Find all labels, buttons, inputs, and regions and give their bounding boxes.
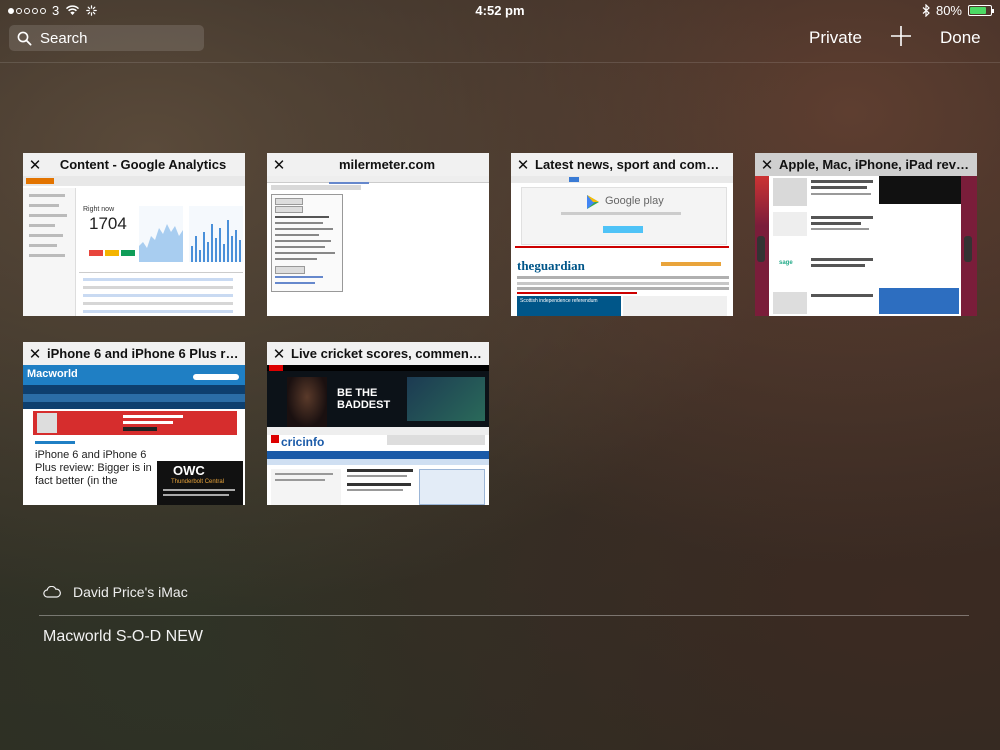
status-bar: 3 4:52 pm 80% xyxy=(0,0,1000,22)
icloud-device-name: David Price's iMac xyxy=(73,584,188,600)
tab-card-iphone6-review[interactable]: ✕ iPhone 6 and iPhone 6 Plus review... M… xyxy=(23,342,245,505)
close-tab-button[interactable]: ✕ xyxy=(23,156,47,174)
ga-right-now: Right now xyxy=(83,206,115,213)
tab-title: Content - Google Analytics xyxy=(59,157,227,172)
status-right: 80% xyxy=(922,3,994,18)
close-tab-button[interactable]: ✕ xyxy=(267,345,291,363)
new-tab-button[interactable] xyxy=(889,24,913,53)
battery-percent: 80% xyxy=(935,3,962,18)
tab-thumbnail: Google play theguardian Scottish indepen… xyxy=(511,176,733,316)
ga-logo xyxy=(26,178,54,184)
cricinfo-logo: cricinfo xyxy=(281,435,325,449)
cloud-icon xyxy=(43,586,61,598)
tab-card-apple-reviews[interactable]: ✕ Apple, Mac, iPhone, iPad reviews,... s… xyxy=(755,153,977,316)
close-tab-button[interactable]: ✕ xyxy=(23,345,47,363)
tab-title: milermeter.com xyxy=(338,157,436,172)
owc-subtitle: Thunderbolt Central xyxy=(171,479,225,485)
macworld-headline: iPhone 6 and iPhone 6 Plus review: Bigge… xyxy=(35,449,152,487)
nike-ad-text: BE THE BADDEST xyxy=(337,387,391,411)
tab-card-google-analytics[interactable]: ✕ Content - Google Analytics Right now 1… xyxy=(23,153,245,316)
icloud-device-row: David Price's iMac xyxy=(43,584,188,600)
icloud-divider xyxy=(39,615,969,616)
google-play-icon xyxy=(587,195,599,209)
google-play-text: Google play xyxy=(605,195,664,207)
bluetooth-icon xyxy=(922,4,930,17)
tab-thumbnail: sage xyxy=(755,176,977,316)
ga-pageviews-chart xyxy=(139,206,243,262)
tab-thumbnail: Right now 1704 xyxy=(23,176,245,316)
ga-visitor-count: 1704 xyxy=(89,214,127,233)
ga-sidebar xyxy=(23,188,76,316)
plus-icon xyxy=(891,26,911,46)
toolbar-divider xyxy=(0,62,1000,63)
tab-header: ✕ Live cricket scores, commentary,... xyxy=(267,342,489,365)
tab-thumbnail: Macworld iPhone 6 and iPhone 6 Plus revi… xyxy=(23,365,245,505)
close-tab-button[interactable]: ✕ xyxy=(755,156,779,174)
search-field[interactable]: Search xyxy=(9,25,204,51)
search-placeholder: Search xyxy=(40,29,88,47)
tab-thumbnail xyxy=(267,176,489,316)
guardian-banner-text: Scottish independence referendum xyxy=(520,298,598,304)
tab-thumbnail: BE THE BADDEST cricinfo xyxy=(267,365,489,505)
tab-title: Latest news, sport and comment f... xyxy=(535,157,733,172)
search-icon xyxy=(17,31,32,46)
tab-card-milermeter[interactable]: ✕ milermeter.com xyxy=(267,153,489,316)
macworld-logo: Macworld xyxy=(27,368,78,380)
tab-card-guardian[interactable]: ✕ Latest news, sport and comment f... Go… xyxy=(511,153,733,316)
tab-header: ✕ iPhone 6 and iPhone 6 Plus review... xyxy=(23,342,245,365)
tab-card-cricinfo[interactable]: ✕ Live cricket scores, commentary,... BE… xyxy=(267,342,489,505)
tab-header: ✕ Latest news, sport and comment f... xyxy=(511,153,733,176)
battery-icon xyxy=(968,5,994,16)
tab-header: ✕ Apple, Mac, iPhone, iPad reviews,... xyxy=(755,153,977,176)
tab-title: Live cricket scores, commentary,... xyxy=(291,346,489,361)
private-button[interactable]: Private xyxy=(809,28,862,48)
guardian-logo: theguardian xyxy=(517,258,585,273)
owc-logo: OWC xyxy=(173,463,205,478)
status-time: 4:52 pm xyxy=(475,3,525,18)
done-button[interactable]: Done xyxy=(940,28,981,48)
tab-header: ✕ Content - Google Analytics xyxy=(23,153,245,176)
tab-title: iPhone 6 and iPhone 6 Plus review... xyxy=(47,346,245,361)
ga-topbar xyxy=(23,176,245,186)
tab-title: Apple, Mac, iPhone, iPad reviews,... xyxy=(779,157,977,172)
icloud-tab-item[interactable]: Macworld S-O-D NEW xyxy=(43,628,203,646)
tab-header: ✕ milermeter.com xyxy=(267,153,489,176)
close-tab-button[interactable]: ✕ xyxy=(267,156,291,174)
battery-fill xyxy=(970,7,986,14)
close-tab-button[interactable]: ✕ xyxy=(511,156,535,174)
